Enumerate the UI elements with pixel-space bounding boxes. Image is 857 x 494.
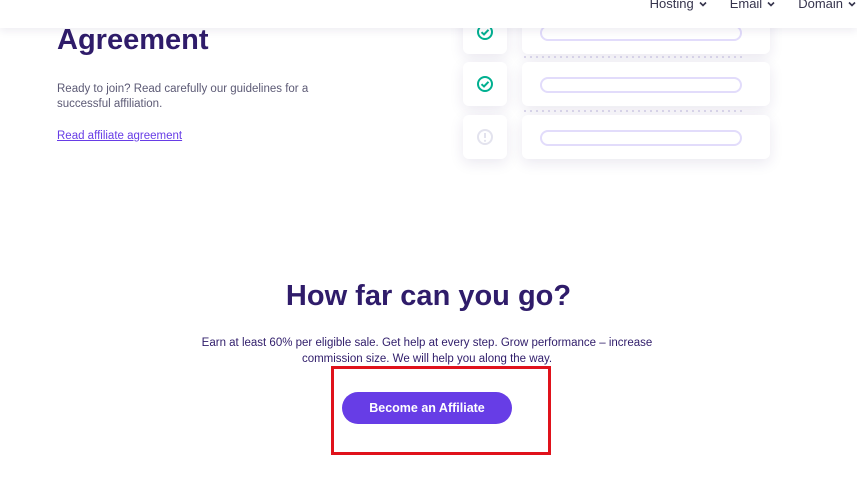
section-description: Earn at least 60% per eligible sale. Get… bbox=[201, 337, 653, 365]
check-circle-icon bbox=[477, 76, 493, 92]
section-heading: How far can you go? bbox=[285, 280, 572, 312]
dotted-divider bbox=[522, 56, 746, 58]
nav-item-email[interactable]: Email bbox=[730, 0, 777, 11]
nav-item-domain[interactable]: Domain bbox=[798, 0, 857, 11]
checklist-bar bbox=[540, 130, 742, 146]
nav-item-hosting[interactable]: Hosting bbox=[650, 0, 708, 11]
top-navigation-bar: Hosting Email Domain bbox=[0, 0, 857, 28]
read-affiliate-agreement-link[interactable]: Read affiliate agreement bbox=[57, 130, 182, 142]
chevron-down-icon bbox=[848, 1, 856, 7]
checklist-bar bbox=[540, 77, 742, 93]
warning-circle-icon bbox=[477, 129, 493, 145]
checklist-icon-card bbox=[463, 62, 507, 106]
nav-item-label: Domain bbox=[798, 0, 843, 11]
agreement-description: Ready to join? Read carefully our guidel… bbox=[57, 83, 309, 110]
chevron-down-icon bbox=[767, 1, 775, 7]
chevron-down-icon bbox=[699, 1, 707, 7]
become-affiliate-button[interactable]: Become an Affiliate bbox=[342, 392, 512, 424]
dotted-divider bbox=[522, 110, 746, 112]
checklist-line-card bbox=[522, 62, 770, 106]
checklist-icon-card bbox=[463, 115, 507, 159]
nav-item-label: Email bbox=[729, 0, 763, 11]
checklist-line-card bbox=[522, 115, 770, 159]
agreement-title: Agreement bbox=[57, 24, 209, 56]
nav-item-label: Hosting bbox=[649, 0, 694, 11]
main-nav: Hosting Email Domain bbox=[650, 0, 857, 11]
